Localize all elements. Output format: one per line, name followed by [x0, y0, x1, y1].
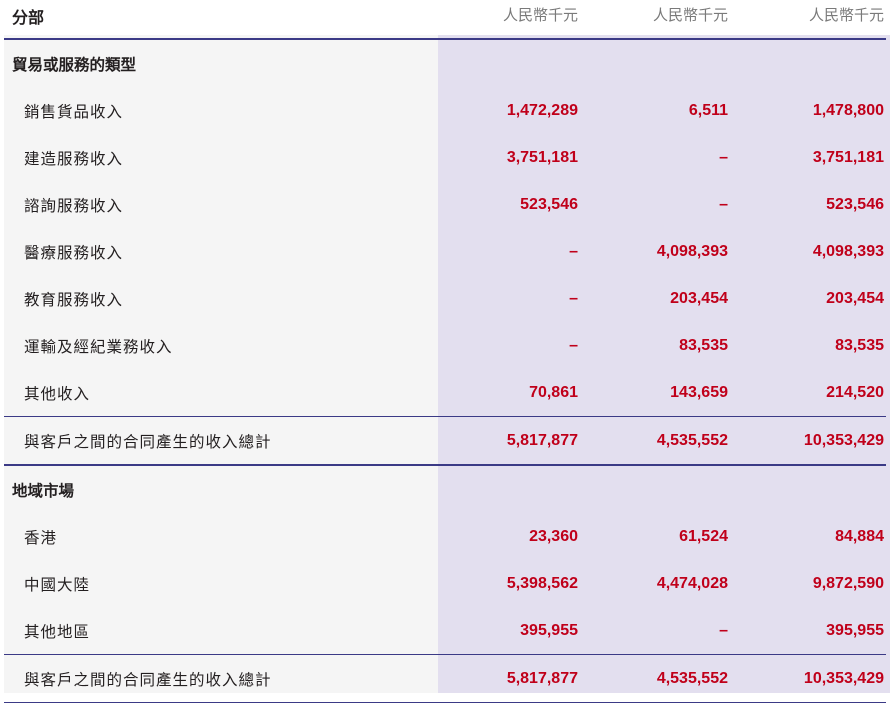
table-row: 教育服務收入 – 203,454 203,454 — [4, 275, 886, 322]
total-value: 4,535,552 — [656, 431, 728, 449]
value-cell: 83,535 — [835, 336, 884, 354]
value-cell: 3,751,181 — [812, 148, 884, 166]
value-cell: – — [719, 195, 728, 213]
value-cell: 23,360 — [529, 527, 578, 545]
row-label: 香港 — [24, 528, 58, 547]
value-cell: – — [569, 289, 578, 307]
total-value: 4,535,552 — [656, 669, 728, 687]
value-cell: 214,520 — [826, 383, 884, 401]
value-cell: 83,535 — [679, 336, 728, 354]
value-cell: 4,098,393 — [656, 242, 728, 260]
table-row: 銷售貨品收入 1,472,289 6,511 1,478,800 — [4, 87, 886, 134]
header-row: 分部 人民幣千元 人民幣千元 人民幣千元 — [4, 0, 886, 39]
total-value: 10,353,429 — [803, 431, 884, 449]
value-cell: – — [719, 621, 728, 639]
unit-header: 人民幣千元 — [502, 6, 578, 24]
value-cell: 70,861 — [529, 383, 578, 401]
value-cell: 3,751,181 — [506, 148, 578, 166]
value-cell: 5,398,562 — [506, 574, 578, 592]
value-cell: 9,872,590 — [812, 574, 884, 592]
value-cell: 61,524 — [679, 527, 728, 545]
value-cell: 4,098,393 — [812, 242, 884, 260]
value-cell: 395,955 — [826, 621, 884, 639]
value-cell: 203,454 — [826, 289, 884, 307]
unit-header: 人民幣千元 — [652, 6, 728, 24]
table-row: 建造服務收入 3,751,181 – 3,751,181 — [4, 134, 886, 181]
row-label: 教育服務收入 — [24, 290, 124, 309]
total-value: 5,817,877 — [506, 669, 578, 687]
row-label: 其他地區 — [24, 622, 91, 641]
section-heading-row: 地域市場 — [4, 465, 886, 513]
row-label: 醫療服務收入 — [24, 243, 124, 262]
unit-header: 人民幣千元 — [808, 6, 884, 24]
row-label: 建造服務收入 — [24, 149, 124, 168]
value-cell: – — [569, 242, 578, 260]
row-label: 運輸及經紀業務收入 — [24, 337, 173, 356]
total-value: 5,817,877 — [506, 431, 578, 449]
section-title: 地域市場 — [12, 481, 75, 500]
value-cell: 395,955 — [520, 621, 578, 639]
row-label: 銷售貨品收入 — [24, 102, 124, 121]
total-value: 10,353,429 — [803, 669, 884, 687]
value-cell: 203,454 — [670, 289, 728, 307]
section-heading-row: 貿易或服務的類型 — [4, 39, 886, 87]
segment-header: 分部 — [12, 8, 45, 27]
total-label: 與客戶之間的合同產生的收入總計 — [24, 432, 272, 451]
value-cell: – — [569, 336, 578, 354]
revenue-table: 分部 人民幣千元 人民幣千元 人民幣千元 貿易或服務的類型 銷售貨品收入 1,4… — [4, 0, 886, 703]
table-row: 中國大陸 5,398,562 4,474,028 9,872,590 — [4, 560, 886, 607]
value-cell: 523,546 — [826, 195, 884, 213]
value-cell: 6,511 — [688, 101, 728, 119]
table-row: 其他地區 395,955 – 395,955 — [4, 607, 886, 655]
value-cell: 4,474,028 — [656, 574, 728, 592]
table-row: 其他收入 70,861 143,659 214,520 — [4, 369, 886, 417]
value-cell: 1,478,800 — [812, 101, 884, 119]
section-title: 貿易或服務的類型 — [12, 55, 137, 74]
value-cell: – — [719, 148, 728, 166]
table-row: 諮詢服務收入 523,546 – 523,546 — [4, 181, 886, 228]
table-row: 醫療服務收入 – 4,098,393 4,098,393 — [4, 228, 886, 275]
value-cell: 143,659 — [670, 383, 728, 401]
value-cell: 523,546 — [520, 195, 578, 213]
row-label: 其他收入 — [24, 384, 91, 403]
revenue-table-panel: 分部 人民幣千元 人民幣千元 人民幣千元 貿易或服務的類型 銷售貨品收入 1,4… — [4, 0, 890, 703]
total-label: 與客戶之間的合同產生的收入總計 — [24, 670, 272, 689]
total-row: 與客戶之間的合同產生的收入總計 5,817,877 4,535,552 10,3… — [4, 416, 886, 465]
table-row: 香港 23,360 61,524 84,884 — [4, 513, 886, 560]
total-row: 與客戶之間的合同產生的收入總計 5,817,877 4,535,552 10,3… — [4, 654, 886, 703]
value-cell: 84,884 — [835, 527, 884, 545]
value-cell: 1,472,289 — [506, 101, 578, 119]
table-row: 運輸及經紀業務收入 – 83,535 83,535 — [4, 322, 886, 369]
row-label: 中國大陸 — [24, 575, 91, 594]
row-label: 諮詢服務收入 — [24, 196, 124, 215]
